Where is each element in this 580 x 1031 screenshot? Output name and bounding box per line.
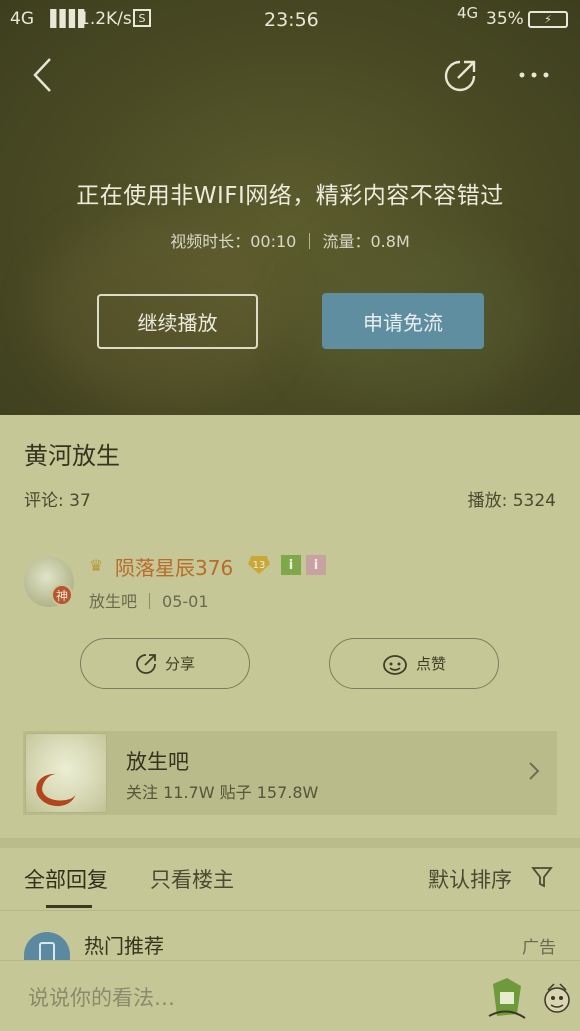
author-meta: 放生吧 05-01 <box>89 588 209 612</box>
tab-divider <box>0 910 580 911</box>
forum-avatar <box>25 733 107 813</box>
battery-percent: 35% <box>486 9 524 29</box>
ad-label: 广告 <box>522 938 556 958</box>
battery-icon: ⚡ <box>528 11 568 28</box>
post-date: 05-01 <box>162 592 209 611</box>
sort-dropdown[interactable]: 默认排序 <box>428 864 512 894</box>
clock: 23:56 <box>264 9 319 31</box>
continue-play-button[interactable]: 继续播放 <box>97 294 258 349</box>
section-divider <box>0 838 580 848</box>
tab-op-only[interactable]: 只看楼主 <box>150 864 234 894</box>
forum-stats: 关注 11.7W 贴子 157.8W <box>126 783 319 802</box>
god-badge: 神 <box>51 584 73 606</box>
info-badge-green-icon: i <box>281 555 301 575</box>
play-count: 播放: 5324 <box>467 491 556 511</box>
share-button[interactable]: 分享 <box>80 638 250 689</box>
chevron-right-icon <box>529 762 540 780</box>
s-notification-icon: S <box>133 9 151 27</box>
non-wifi-notice: 正在使用非WIFI网络，精彩内容不容错过 <box>76 183 504 209</box>
video-player[interactable]: 4G ▐▐▐▐ 1.2K/s S 23:56 4G 35% ⚡ 正在使用非WIF… <box>0 0 580 415</box>
video-info: 视频时长：00:10 ｜ 流量：0.8M <box>170 232 410 251</box>
author-forum[interactable]: 放生吧 <box>89 592 137 611</box>
username[interactable]: 陨落星辰376 <box>115 552 233 581</box>
network-speed: 1.2K/s <box>79 9 132 29</box>
filter-icon[interactable] <box>531 866 553 888</box>
apply-free-data-button[interactable]: 申请免流 <box>322 293 484 349</box>
share-icon <box>136 653 156 674</box>
sticker-icon[interactable] <box>487 976 527 1020</box>
network-type-2: 4G <box>457 4 479 22</box>
active-tab-indicator <box>46 905 92 908</box>
signal-icon: ▐▐▐▐ <box>44 9 84 28</box>
tab-all-replies[interactable]: 全部回复 <box>24 864 108 894</box>
emoji-icon[interactable] <box>540 982 574 1020</box>
more-icon[interactable] <box>518 70 550 80</box>
share-label: 分享 <box>164 655 195 673</box>
level-badge: 13 <box>248 556 270 574</box>
info-badge-pink-icon: i <box>306 555 326 575</box>
share-icon[interactable] <box>442 58 478 94</box>
back-icon[interactable] <box>30 56 54 94</box>
like-label: 点赞 <box>415 655 446 673</box>
status-bar: 4G ▐▐▐▐ 1.2K/s S 23:56 4G 35% ⚡ <box>0 0 580 40</box>
hot-recommend-title[interactable]: 热门推荐 <box>84 930 164 959</box>
crown-icon: ♛ <box>89 556 104 575</box>
comment-input[interactable]: 说说你的看法… <box>28 982 328 1012</box>
post-title: 黄河放生 <box>24 442 120 470</box>
network-type: 4G <box>10 9 34 29</box>
like-icon <box>383 654 407 675</box>
forum-name: 放生吧 <box>126 750 189 774</box>
comment-count: 评论: 37 <box>24 491 91 511</box>
like-button[interactable]: 点赞 <box>329 638 499 689</box>
